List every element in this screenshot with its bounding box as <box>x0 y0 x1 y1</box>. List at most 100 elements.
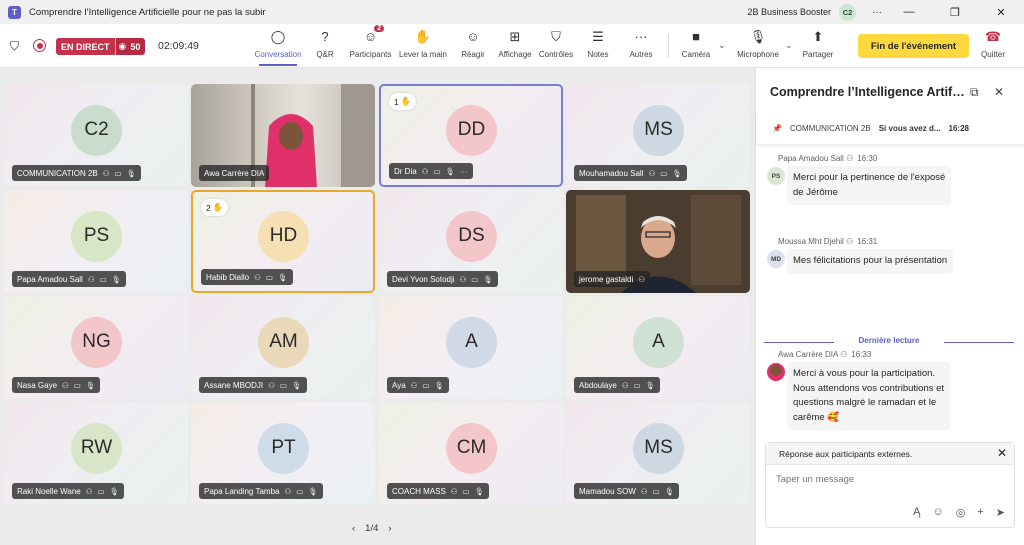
toolbar-button-raise-hand[interactable]: ✋ Lever la main <box>397 26 449 66</box>
participant-name: Abdoulaye <box>579 380 617 390</box>
more-icon[interactable]: ··· <box>868 7 886 18</box>
toolbar-button-qa[interactable]: ? Q&R <box>313 26 337 66</box>
toolbar-button-controls[interactable]: ⛉ Contrôles <box>536 26 576 66</box>
toolbar-button-react[interactable]: ☺ Réagir <box>458 26 488 66</box>
message-avatar[interactable] <box>767 363 785 381</box>
participant-name-bar: Papa Landing Tamba ⚇ ▭ 🎙︎ <box>199 483 323 499</box>
toolbar-button-chat[interactable]: ◯ Conversation <box>254 26 302 66</box>
quit-button[interactable]: ☎ Quitter <box>976 26 1010 66</box>
participant-tile[interactable]: HD 2 ✋ Habib Diallo ⚇ ▭ 🎙︎ <box>191 190 375 293</box>
participant-tile[interactable]: NG Nasa Gaye ⚇ ▭ 🎙︎ <box>4 296 188 399</box>
participant-tile[interactable]: DD 1 ✋ Dr Dia ⚇ ▭ 🎙︎ ··· <box>379 84 563 187</box>
message-bubble[interactable]: Merci à vous pour la participation. Nous … <box>787 362 951 430</box>
account-avatar[interactable]: C2 <box>839 3 856 21</box>
role-icon: ⚇ <box>410 380 418 390</box>
send-icon[interactable]: ➤ <box>996 506 1005 519</box>
mic-off-icon: 🎙︎ <box>85 380 96 390</box>
participant-name-bar: Awa Carrère DIA <box>199 165 270 181</box>
participant-tile[interactable]: DS Devi Yvon Sotodji ⚇ ▭ 🎙︎ <box>379 190 563 293</box>
participant-tile[interactable]: AM Assane MBODJI ⚇ ▭ 🎙︎ <box>191 296 375 399</box>
maximize-button[interactable]: ❐ <box>932 6 978 19</box>
avatar: C2 <box>71 104 122 156</box>
prev-page-button[interactable]: ‹ <box>352 523 355 534</box>
camera-options-chevron-icon[interactable]: ⌄ <box>718 40 726 51</box>
shield-icon[interactable]: ⛉ <box>10 24 19 68</box>
minimize-button[interactable]: — <box>886 6 932 18</box>
toolbar-button-share[interactable]: ⬆ Partager <box>800 26 836 66</box>
mic-off-icon: 🎙︎ <box>434 380 444 390</box>
participant-tile[interactable]: A Aya ⚇ ▭ 🎙︎ <box>379 296 563 399</box>
message-meta: Papa Amadou Sall ⚇ 16:30 <box>778 154 877 163</box>
participant-tile[interactable]: Awa Carrère DIA <box>191 84 375 187</box>
end-event-button[interactable]: Fin de l'événement <box>858 34 969 58</box>
toolbar-button-label: Notes <box>587 50 609 59</box>
participant-tile[interactable]: MS Mamadou SOW ⚇ ▭ 🎙︎ <box>566 402 750 505</box>
mic-off-icon: 🎙︎ <box>483 274 493 284</box>
message-input[interactable] <box>776 474 996 485</box>
role-icon: ⚇ <box>640 486 648 496</box>
emoji-icon[interactable]: ☺ <box>933 506 944 519</box>
participant-tile[interactable]: RW Raki Noelle Wane ⚇ ▭ 🎙︎ <box>4 402 188 505</box>
avatar: MS <box>633 104 684 156</box>
close-panel-icon[interactable]: ✕ <box>994 85 1004 99</box>
add-icon[interactable]: + <box>977 506 983 519</box>
toolbar-button-notes[interactable]: ☰ Notes <box>584 26 612 66</box>
sticker-icon[interactable]: ◎ <box>956 506 966 519</box>
participant-tile[interactable]: PT Papa Landing Tamba ⚇ ▭ 🎙︎ <box>191 402 375 505</box>
message-line: Merci à vous pour la participation. <box>793 368 936 379</box>
avatar: DS <box>446 210 497 262</box>
notes-icon: ☰ <box>592 28 604 44</box>
participant-name-bar: Nasa Gaye ⚇ ▭ 🎙︎ <box>12 377 101 393</box>
camera-off-icon: ▭ <box>73 380 81 390</box>
message-avatar[interactable]: PS <box>767 167 785 185</box>
mic-options-chevron-icon[interactable]: ⌄ <box>785 40 793 51</box>
pinned-message[interactable]: 📌 COMMUNICATION 2B Si vous avez d... 16:… <box>756 113 1024 145</box>
toolbar-button-label: Microphone <box>737 50 779 59</box>
format-icon[interactable]: Ą <box>913 506 920 519</box>
participant-name: Mamadou SOW <box>579 486 636 496</box>
participant-name-bar: Abdoulaye ⚇ ▭ 🎙︎ <box>574 377 661 393</box>
live-label: EN DIRECT <box>56 38 115 55</box>
toolbar-button-camera-off[interactable]: ■ Caméra <box>678 26 714 66</box>
toolbar-button-label: Affichage <box>498 50 532 59</box>
message-bubble[interactable]: Mes félicitations pour la présentation <box>787 249 954 274</box>
participant-tile[interactable]: PS Papa Amadou Sall ⚇ ▭ 🎙︎ <box>4 190 188 293</box>
camera-off-icon: ▭ <box>99 274 107 284</box>
more-options-icon[interactable]: ··· <box>460 167 468 176</box>
participant-name: Papa Amadou Sall <box>17 274 83 284</box>
hand-order: 2 <box>206 202 211 213</box>
react-icon: ☺ <box>466 29 480 44</box>
eye-icon: ◉ <box>118 41 127 51</box>
message-avatar[interactable]: MD <box>767 250 785 268</box>
toolbar-button-people[interactable]: ☺ 2 Participants <box>348 25 393 66</box>
popout-icon[interactable]: ⧉ <box>970 85 979 100</box>
participant-name: COMMUNICATION 2B <box>17 168 98 178</box>
message-bubble[interactable]: Merci pour la pertinence de l'exposé de J… <box>787 166 952 205</box>
toolbar-button-mic-off[interactable]: 🎙 Microphone <box>734 26 782 66</box>
participant-tile[interactable]: MS Mouhamadou Sall ⚇ ▭ 🎙︎ <box>566 84 750 187</box>
camera-off-icon: ▭ <box>422 380 430 390</box>
pinned-time: 16:28 <box>948 124 969 133</box>
compose-box: Réponse aux participants externes. ✕ Ą ☺… <box>765 442 1015 528</box>
camera-off-icon: ▭ <box>265 272 273 282</box>
toolbar-button-view[interactable]: ⊞ Affichage <box>495 26 535 66</box>
raise-hand-icon: ✋ <box>400 96 412 106</box>
next-page-button[interactable]: › <box>388 523 391 534</box>
participant-tile[interactable]: C2 COMMUNICATION 2B ⚇ ▭ 🎙︎ <box>4 84 188 187</box>
close-window-button[interactable]: ✕ <box>978 6 1024 19</box>
org-name: 2B Business Booster <box>747 7 831 17</box>
dismiss-notice-icon[interactable]: ✕ <box>997 446 1007 460</box>
participant-tile[interactable]: CM COACH MASS ⚇ ▭ 🎙︎ <box>379 402 563 505</box>
participants-badge: 2 <box>374 25 385 32</box>
participant-name: Habib Diallo <box>206 272 250 282</box>
avatar: NG <box>71 316 122 368</box>
mic-off-icon: 🎙︎ <box>474 486 485 496</box>
mic-off-icon: 🎙︎ <box>308 486 318 496</box>
view-icon: ⊞ <box>509 28 521 44</box>
participant-tile[interactable]: A Abdoulaye ⚇ ▭ 🎙︎ <box>566 296 750 399</box>
toolbar-button-more[interactable]: ··· Autres <box>624 26 658 66</box>
message-list: Dernière lecture Papa Amadou Sall ⚇ 16:30… <box>756 146 1024 491</box>
participant-name: Dr Dia <box>394 166 417 176</box>
participant-tile[interactable]: jerome gastaldi ⚇ <box>566 190 750 293</box>
toolbar-button-label: Lever la main <box>398 50 448 59</box>
